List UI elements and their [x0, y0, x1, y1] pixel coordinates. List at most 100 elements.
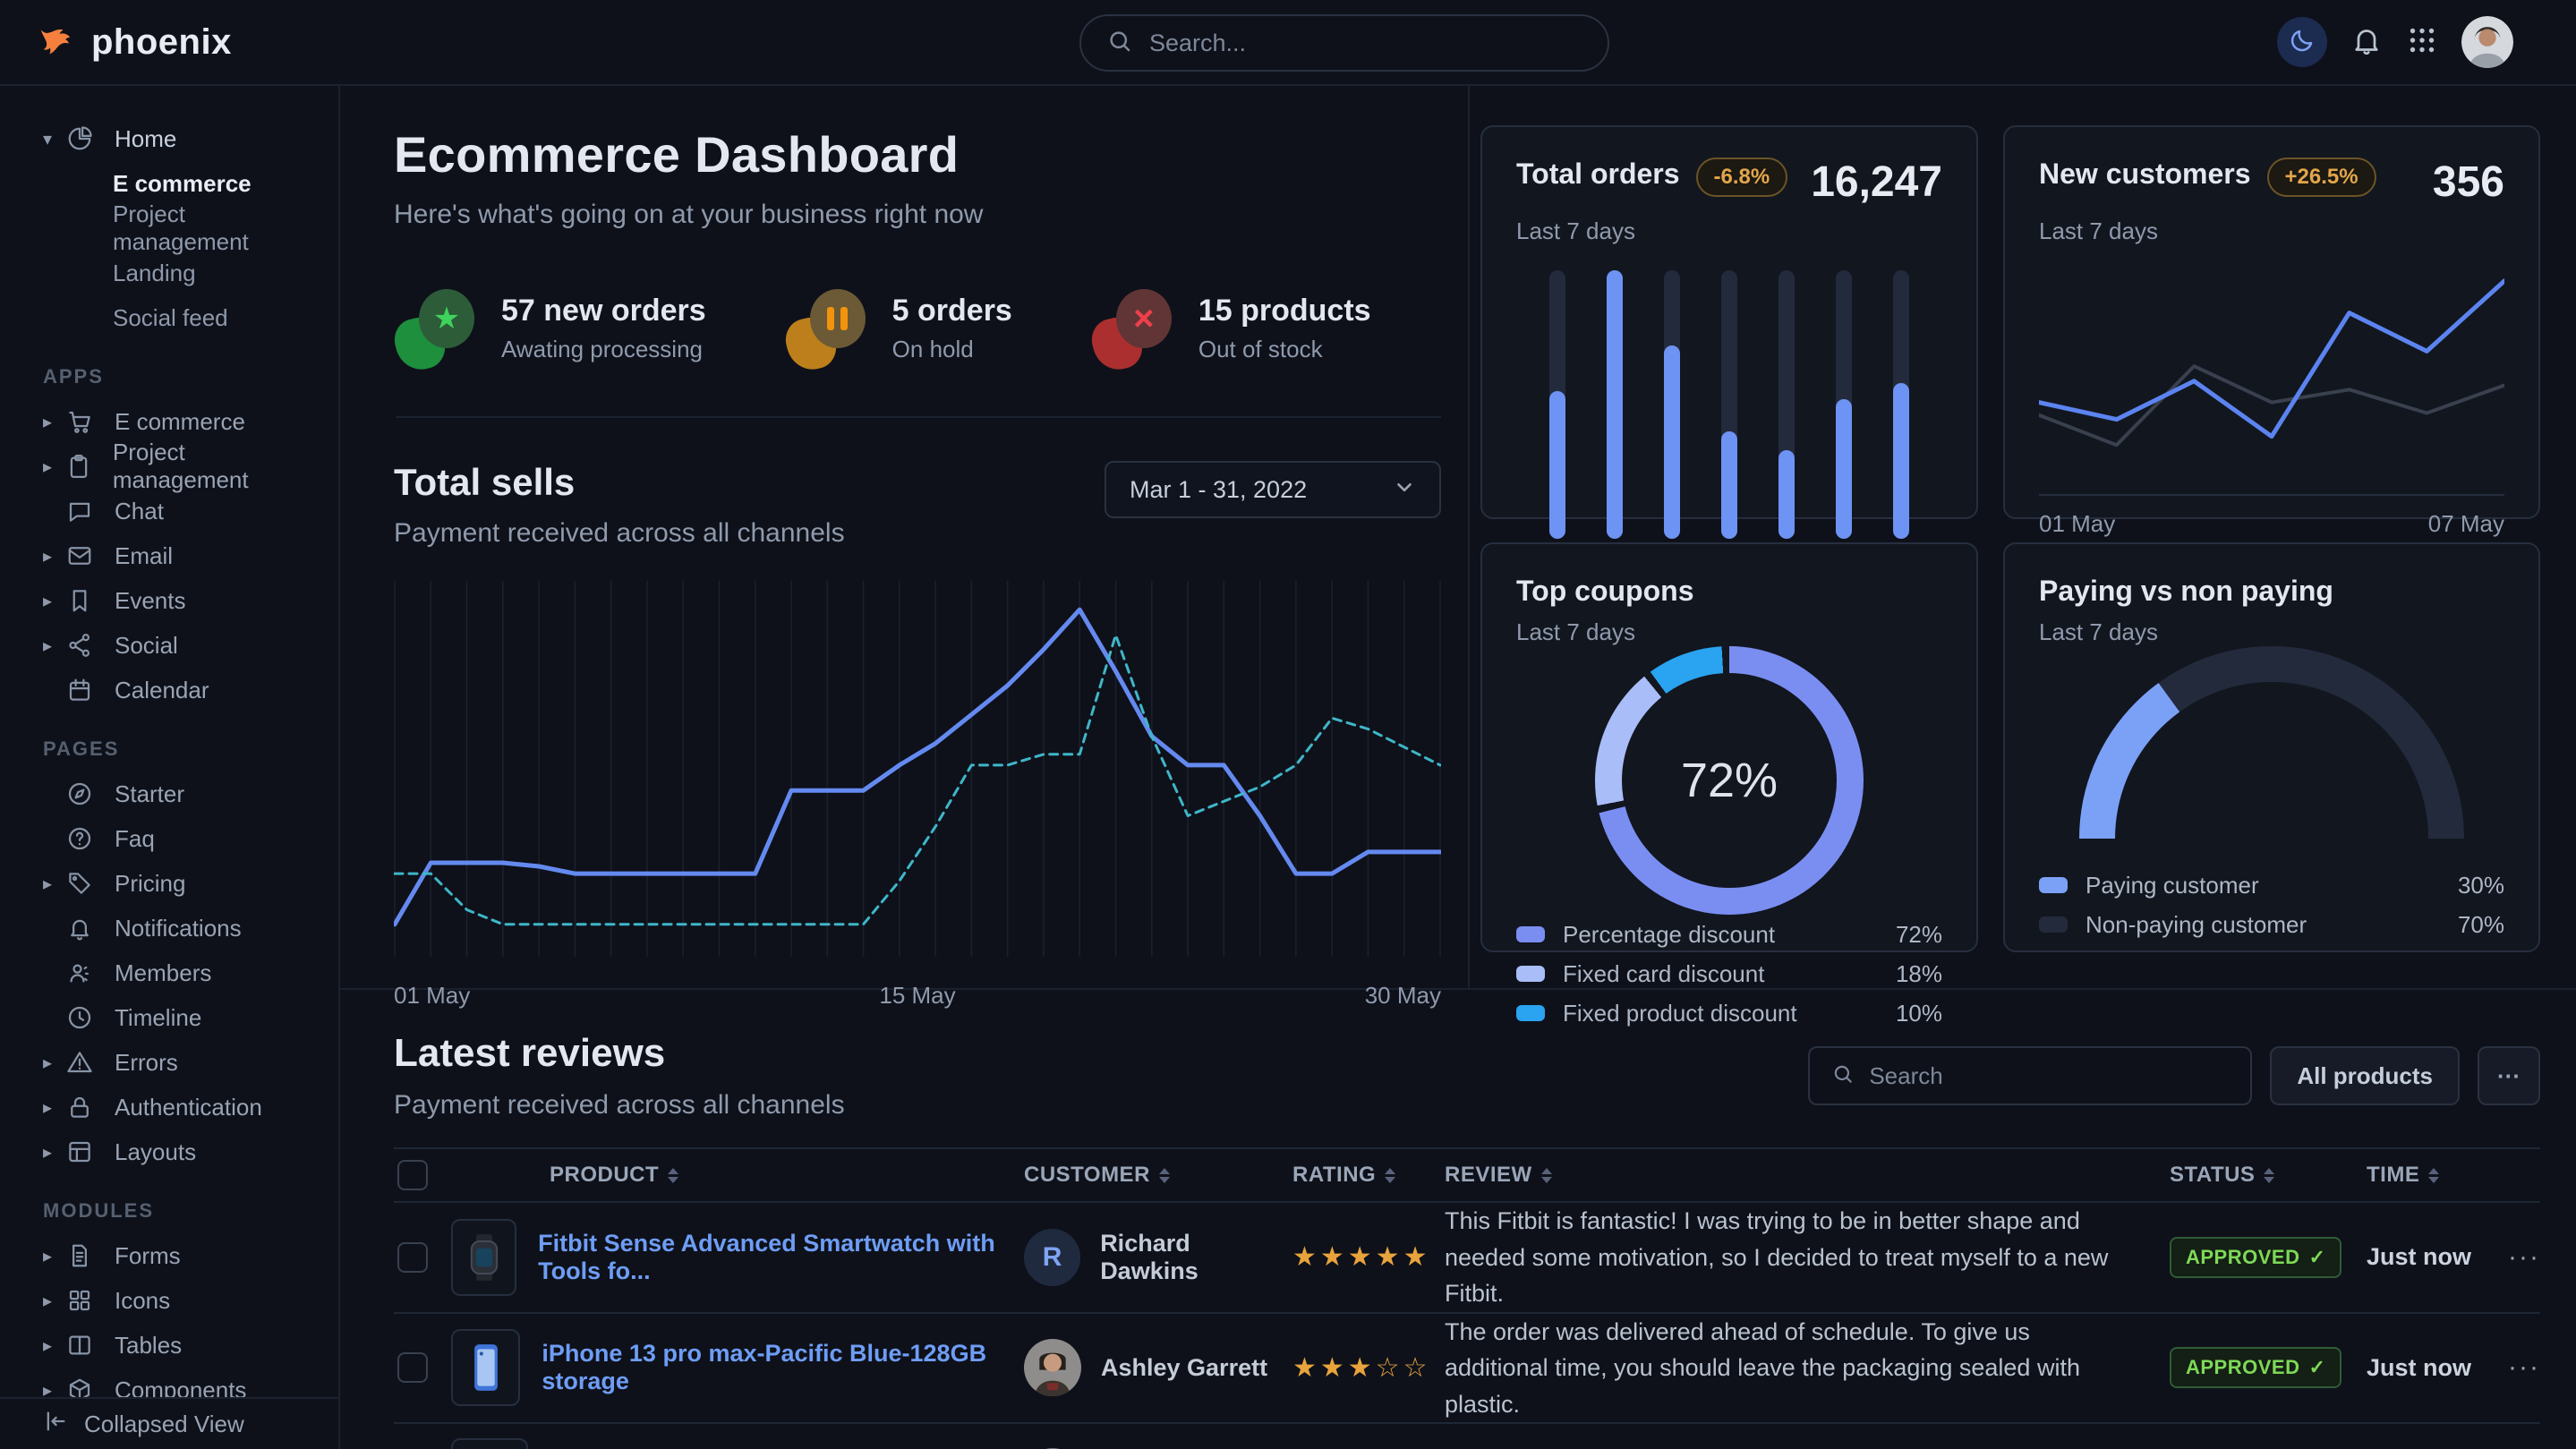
customer-cell[interactable]: Ashley Garrett — [1024, 1339, 1292, 1396]
product-link[interactable]: iPhone 13 pro max-Pacific Blue-128GB sto… — [542, 1340, 1024, 1395]
col-time[interactable]: TIME — [2367, 1163, 2483, 1188]
sidebar-item-tables[interactable]: ▸ Tables — [43, 1323, 320, 1368]
stat-red: × 15 products Out of stock — [1093, 287, 1371, 370]
sidebar-item-starter[interactable]: Starter — [43, 771, 320, 816]
sidebar-item-authentication[interactable]: ▸ Authentication — [43, 1085, 320, 1129]
sidebar-item-notifications[interactable]: Notifications — [43, 906, 320, 950]
apps-menu-button[interactable] — [2406, 24, 2438, 61]
total-sells-title: Total sells — [394, 461, 845, 504]
reviews-search-input[interactable] — [1869, 1062, 2229, 1090]
sidebar-item-home[interactable]: ▾ Home — [43, 116, 320, 161]
customer-cell[interactable]: R Richard Dawkins — [1024, 1229, 1292, 1286]
pie-chart-icon — [66, 125, 102, 152]
customer-photo-avatar — [1024, 1339, 1081, 1396]
donut-center-label: 72% — [1595, 646, 1864, 915]
legend-row: Paying customer 30% — [2039, 865, 2504, 905]
theme-toggle-button[interactable] — [2277, 17, 2327, 67]
sidebar-item-label: Project management — [113, 439, 320, 494]
brand-logo[interactable]: phoenix — [36, 20, 232, 65]
paying-gauge-chart — [2039, 646, 2504, 865]
sidebar-subitem-project-management[interactable]: Project management — [43, 206, 320, 251]
legend-row: Fixed product discount 10% — [1516, 993, 1942, 1033]
col-customer[interactable]: CUSTOMER — [1024, 1163, 1292, 1188]
sidebar-item-forms[interactable]: ▸ Forms — [43, 1233, 320, 1278]
sidebar-item-label: Chat — [115, 498, 164, 525]
sidebar-item-events[interactable]: ▸ Events — [43, 578, 320, 623]
all-products-button[interactable]: All products — [2270, 1046, 2460, 1105]
cart-icon — [66, 408, 102, 435]
card-period: Last 7 days — [1516, 618, 1942, 646]
sidebar-item-email[interactable]: ▸ Email — [43, 533, 320, 578]
compass-icon — [66, 780, 102, 807]
legend-label: Non-paying customer — [2086, 911, 2307, 939]
question-icon — [66, 825, 102, 852]
col-product[interactable]: PRODUCT — [451, 1163, 1024, 1188]
sidebar-item-components[interactable]: ▸ Components — [43, 1368, 320, 1397]
sidebar-subitem-landing[interactable]: Landing — [43, 251, 320, 295]
reviews-more-button[interactable]: ··· — [2478, 1046, 2540, 1105]
select-all-checkbox[interactable] — [397, 1160, 428, 1190]
collapse-view-button[interactable]: Collapsed View — [0, 1397, 338, 1449]
sidebar-item-chat[interactable]: Chat — [43, 489, 320, 533]
mail-icon — [66, 542, 102, 569]
apps-grid-icon — [2406, 24, 2438, 61]
product-link[interactable]: Fitbit Sense Advanced Smartwatch with To… — [538, 1230, 1024, 1285]
sidebar-item-faq[interactable]: Faq — [43, 816, 320, 861]
legend-row: Non-paying customer 70% — [2039, 905, 2504, 944]
col-status[interactable]: STATUS — [2170, 1163, 2367, 1188]
sidebar-item-project-management[interactable]: ▸ Project management — [43, 444, 320, 489]
status-badge: APPROVED ✓ — [2170, 1347, 2341, 1388]
sidebar-subitem-social-feed[interactable]: Social feed — [43, 295, 320, 340]
col-rating[interactable]: RATING — [1292, 1163, 1445, 1188]
bookmark-icon — [66, 587, 102, 614]
row-menu-button[interactable]: ··· — [2483, 1242, 2540, 1273]
row-menu-button[interactable]: ··· — [2483, 1352, 2540, 1383]
sidebar-subitem-e-commerce[interactable]: E commerce — [43, 161, 320, 206]
legend-value: 18% — [1896, 960, 1942, 988]
top-navbar: phoenix — [0, 0, 2576, 86]
caret-right-icon: ▸ — [43, 1052, 66, 1074]
main-content: Ecommerce Dashboard Here's what's going … — [340, 86, 2576, 1449]
clipboard-icon — [65, 453, 100, 480]
stat-value: 15 products — [1198, 294, 1371, 328]
legend-value: 72% — [1896, 921, 1942, 949]
x-icon: × — [1133, 299, 1154, 339]
reviews-search[interactable] — [1808, 1046, 2252, 1105]
sidebar-item-pricing[interactable]: ▸ Pricing — [43, 861, 320, 906]
search-icon — [1831, 1062, 1855, 1090]
stat-caption: Awating processing — [501, 336, 706, 363]
check-icon: ✓ — [2308, 1356, 2325, 1379]
global-search[interactable] — [1079, 14, 1609, 72]
col-review[interactable]: REVIEW — [1445, 1163, 2170, 1188]
search-input[interactable] — [1149, 30, 1582, 57]
sidebar-item-e-commerce[interactable]: ▸ E commerce — [43, 399, 320, 444]
sidebar-item-calendar[interactable]: Calendar — [43, 668, 320, 712]
sidebar-item-errors[interactable]: ▸ Errors — [43, 1040, 320, 1085]
sidebar-item-members[interactable]: Members — [43, 950, 320, 995]
sidebar-item-icons[interactable]: ▸ Icons — [43, 1278, 320, 1323]
lock-icon — [66, 1094, 102, 1121]
layout-icon — [66, 1138, 102, 1165]
sidebar-item-layouts[interactable]: ▸ Layouts — [43, 1129, 320, 1174]
legend-label: Fixed card discount — [1563, 960, 1764, 988]
product-image — [451, 1219, 516, 1296]
row-checkbox[interactable] — [397, 1352, 428, 1383]
sidebar-section-label: APPS — [43, 365, 320, 388]
date-range-select[interactable]: Mar 1 - 31, 2022 — [1105, 461, 1441, 518]
sidebar-item-label: Timeline — [115, 1004, 201, 1032]
row-checkbox[interactable] — [397, 1242, 428, 1273]
legend-label: Fixed product discount — [1563, 1000, 1797, 1027]
order-bar — [1893, 270, 1909, 539]
sidebar-item-label: Errors — [115, 1049, 178, 1077]
sidebar-item-social[interactable]: ▸ Social — [43, 623, 320, 668]
stat-value: 5 orders — [892, 294, 1012, 328]
reviews-toolbar: All products ··· — [1808, 1046, 2540, 1105]
legend-value: 70% — [2458, 911, 2504, 939]
card-title: Top coupons — [1516, 575, 1693, 608]
user-avatar[interactable] — [2461, 16, 2513, 68]
notifications-button[interactable] — [2350, 24, 2383, 61]
table-row: iPhone 13 pro max-Pacific Blue-128GB sto… — [394, 1314, 2540, 1425]
reviews-title: Latest reviews — [394, 1031, 845, 1076]
sidebar-item-timeline[interactable]: Timeline — [43, 995, 320, 1040]
warning-icon — [66, 1049, 102, 1076]
